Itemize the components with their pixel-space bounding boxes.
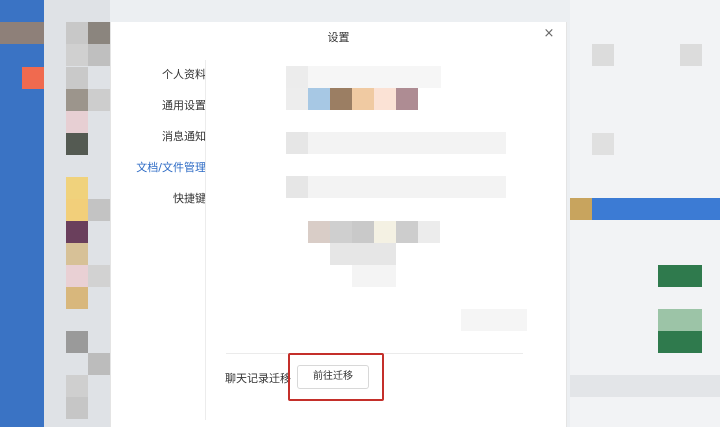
color-swatch [330,88,352,110]
blurred-content [374,221,396,243]
blurred-content [308,176,506,198]
blurred-content [418,221,440,243]
background-app-list [44,0,110,427]
blurred-content [330,221,352,243]
settings-dialog: 设置 × 个人资料 通用设置 消息通知 文档/文件管理 快捷键 聊天记录迁移 前… [110,22,567,427]
dialog-title: 设置 [327,31,350,44]
blurred-content [352,221,374,243]
highlight-box [288,353,384,401]
blurred-content [286,66,441,88]
sidebar-item-general[interactable]: 通用设置 [162,97,206,113]
color-swatch [308,88,330,110]
color-swatch [396,88,418,110]
blurred-checkbox [286,132,308,154]
background-block [22,67,44,89]
blurred-content [396,221,418,243]
blurred-content [308,221,330,243]
blurred-content [286,88,308,110]
sidebar-item-profile[interactable]: 个人资料 [162,66,206,82]
close-icon[interactable]: × [542,27,556,41]
background-block [0,22,44,44]
sidebar-item-notifications[interactable]: 消息通知 [162,128,206,144]
sidebar-item-file-management[interactable]: 文档/文件管理 [136,159,206,175]
sidebar-divider [205,60,206,420]
sidebar-item-shortcuts[interactable]: 快捷键 [173,190,206,206]
blurred-content [461,309,527,331]
background-app-sidebar [0,0,44,427]
blurred-content [352,265,396,287]
background-blue-bar [570,198,720,220]
color-swatch [352,88,374,110]
blurred-content [286,66,308,88]
blurred-checkbox [286,176,308,198]
blurred-content [330,243,396,265]
chat-history-migration-label: 聊天记录迁移 [225,372,291,385]
background-app-content [570,0,720,427]
blurred-content [308,132,506,154]
color-swatch [374,88,396,110]
